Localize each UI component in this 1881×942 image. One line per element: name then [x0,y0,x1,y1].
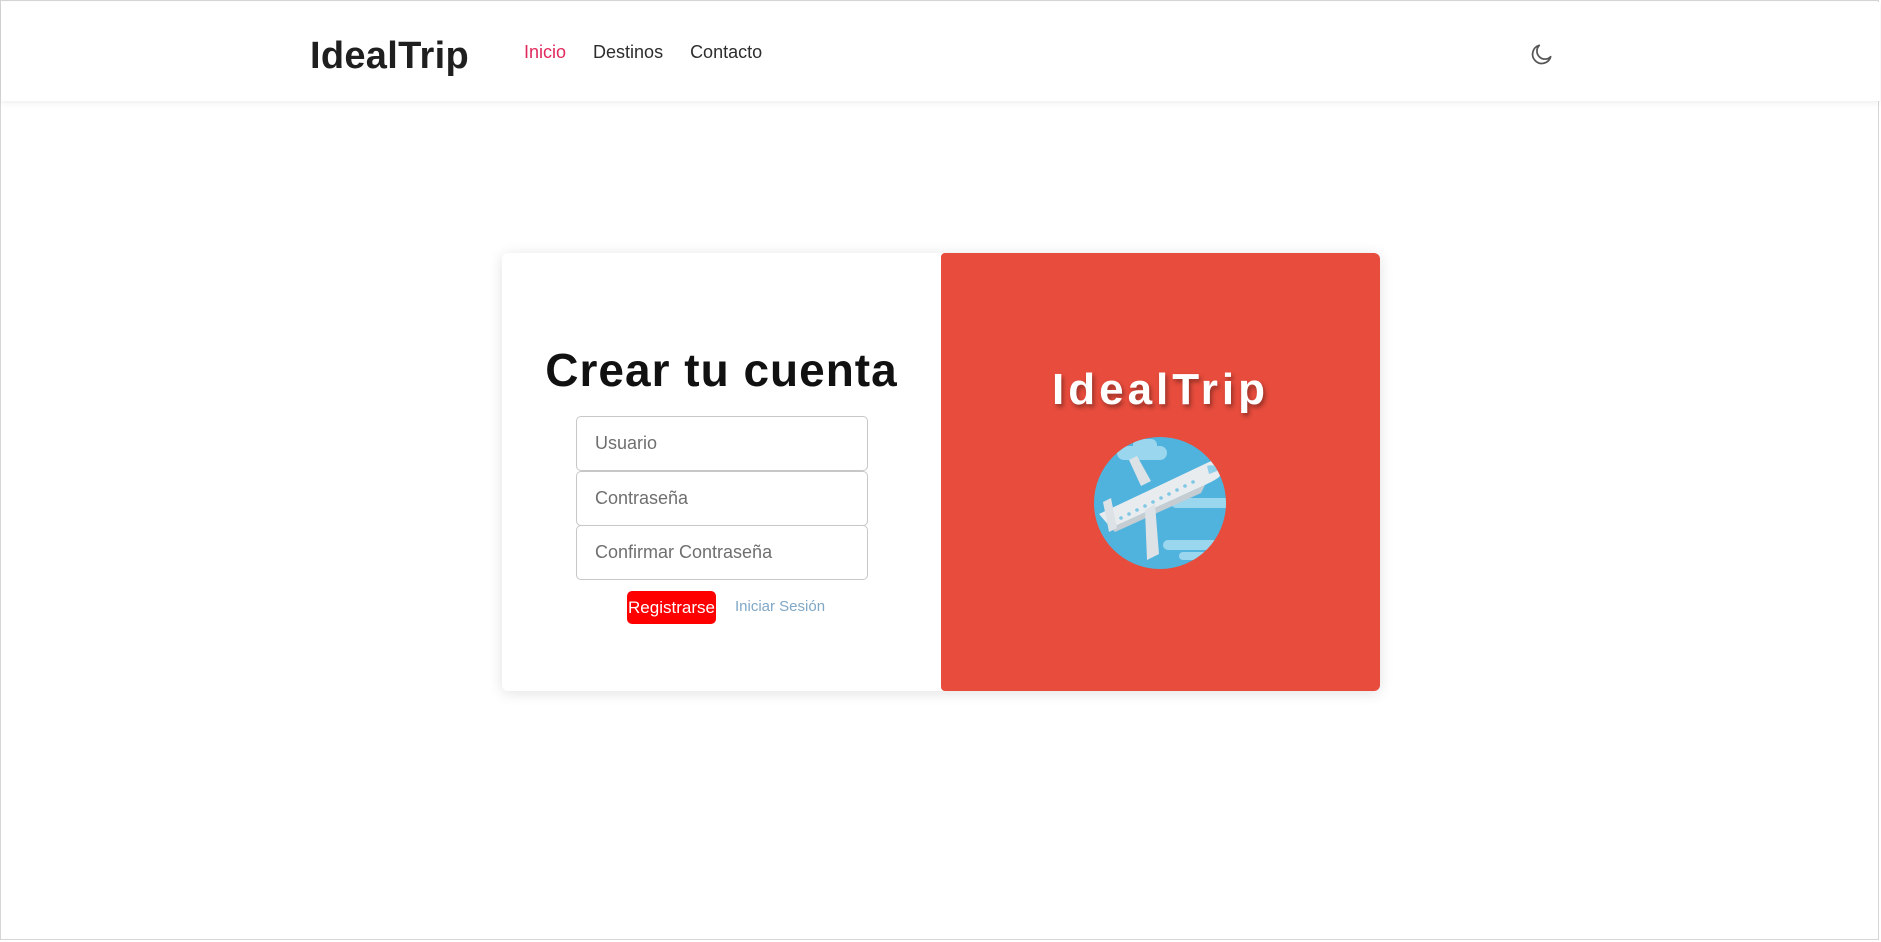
register-button[interactable]: Registrarse [627,591,716,624]
username-input[interactable] [576,416,868,471]
nav-link-destinos[interactable]: Destinos [593,42,663,63]
password-input[interactable] [576,471,868,526]
top-navbar: IdealTrip Inicio Destinos Contacto [1,2,1880,101]
airplane-icon [1094,437,1226,569]
confirm-password-input[interactable] [576,525,868,580]
brand-panel: IdealTrip [941,253,1380,691]
theme-toggle-button[interactable] [1529,41,1555,67]
brand-panel-title: IdealTrip [1052,365,1269,414]
login-link[interactable]: Iniciar Sesión [735,598,825,615]
nav-link-contacto[interactable]: Contacto [690,42,762,63]
register-card: Crear tu cuenta Registrarse Iniciar Sesi… [502,253,1380,691]
form-title: Crear tu cuenta [545,344,898,396]
brand-logo[interactable]: IdealTrip [310,35,469,78]
moon-icon [1531,44,1552,65]
main-nav: Inicio Destinos Contacto [524,42,762,63]
nav-link-inicio[interactable]: Inicio [524,42,566,63]
register-form: Crear tu cuenta Registrarse Iniciar Sesi… [502,253,941,691]
